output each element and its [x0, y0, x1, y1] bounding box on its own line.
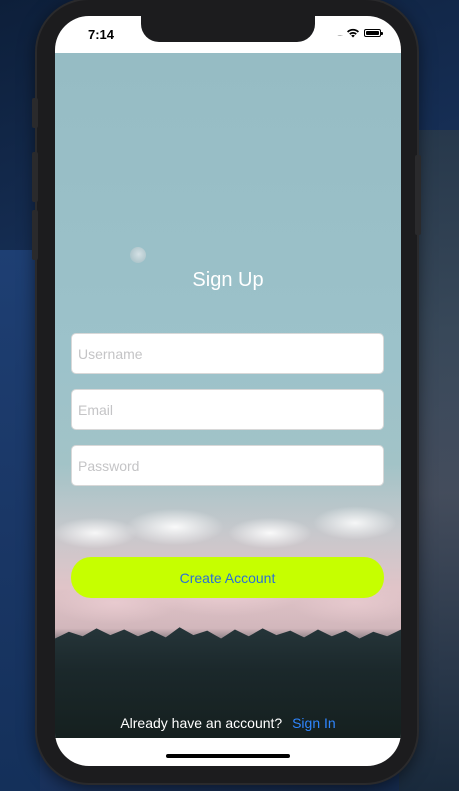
desktop-wallpaper-left: [0, 250, 40, 791]
signal-icon: ....: [337, 28, 343, 38]
volume-down-button: [32, 210, 38, 260]
wifi-icon: [347, 28, 359, 38]
mute-switch: [32, 98, 38, 128]
email-field[interactable]: [71, 389, 384, 430]
notch: [141, 16, 315, 42]
status-icons: ....: [337, 28, 383, 38]
home-indicator[interactable]: [166, 754, 290, 758]
volume-up-button: [32, 152, 38, 202]
battery-level: [366, 31, 379, 35]
phone-screen: 7:14 .... Sign Up Create Account Already…: [55, 16, 401, 766]
page-title: Sign Up: [192, 269, 264, 291]
already-have-account-text: Already have an account?: [120, 715, 283, 731]
password-field[interactable]: [71, 445, 384, 486]
status-time: 7:14: [88, 27, 115, 42]
battery-icon: [364, 29, 383, 37]
sign-in-link[interactable]: Sign In: [292, 715, 336, 731]
moon-background-decoration: [130, 247, 146, 263]
username-field[interactable]: [71, 333, 384, 374]
power-button: [415, 155, 421, 235]
create-account-button[interactable]: Create Account: [71, 557, 384, 598]
signup-screen: Sign Up Create Account Already have an a…: [55, 53, 401, 738]
sign-in-prompt: Already have an account? Sign In: [55, 715, 401, 731]
